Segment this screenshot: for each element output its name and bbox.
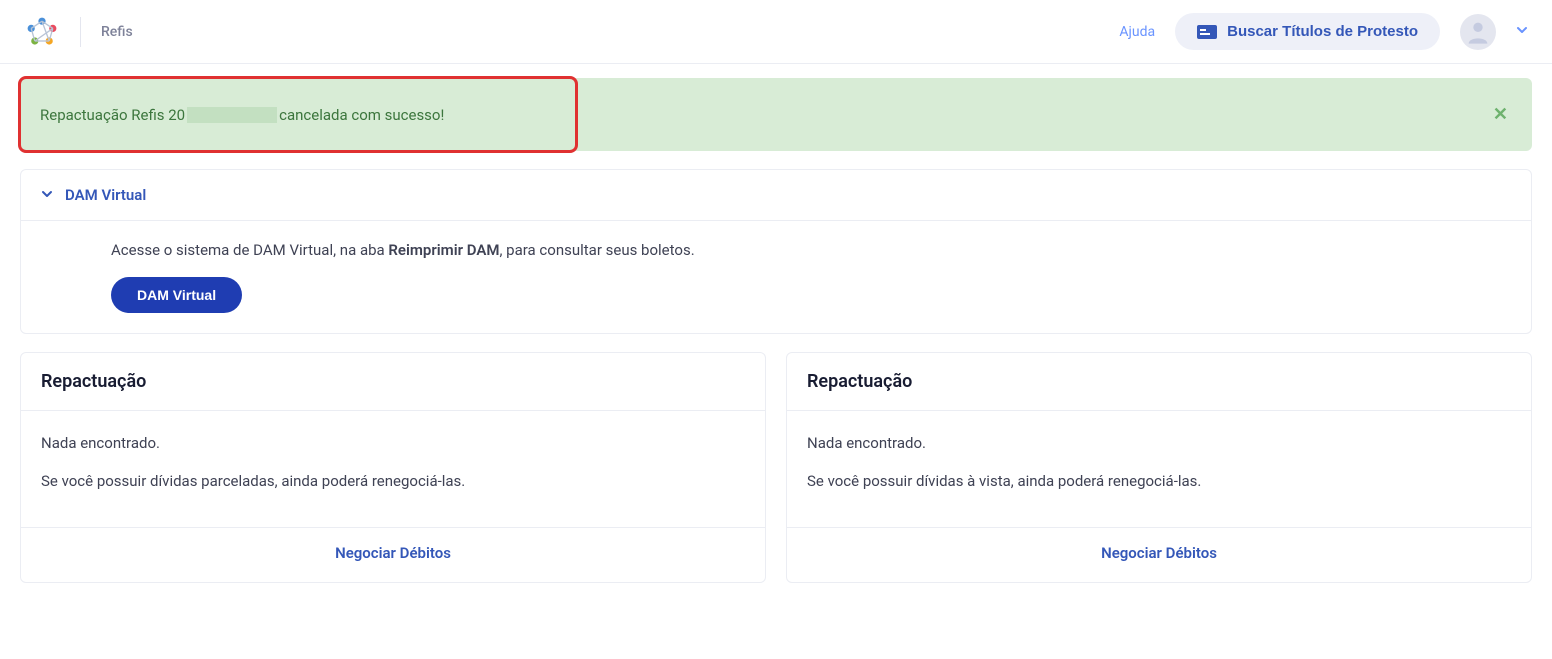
success-alert: Repactuação Refis 20 cancelada com suces… — [20, 78, 1532, 151]
header-right: Ajuda Buscar Títulos de Protesto — [1119, 13, 1528, 50]
main-content: Repactuação Refis 20 cancelada com suces… — [0, 78, 1552, 583]
card-header: Repactuação — [21, 353, 765, 411]
avatar[interactable] — [1460, 14, 1496, 50]
header-divider — [80, 17, 81, 47]
dam-virtual-text: Acesse o sistema de DAM Virtual, na aba … — [111, 241, 1511, 259]
card-body: Nada encontrado. Se você possuir dívidas… — [787, 411, 1531, 527]
card-line2: Se você possuir dívidas à vista, ainda p… — [807, 469, 1511, 493]
card-title: Repactuação — [41, 371, 745, 392]
card-title: Repactuação — [807, 371, 1511, 392]
header: Refis Ajuda Buscar Títulos de Protesto — [0, 0, 1552, 64]
card-footer: Negociar Débitos — [21, 527, 765, 582]
alert-suffix: cancelada com sucesso! — [279, 106, 444, 124]
dam-virtual-panel: DAM Virtual Acesse o sistema de DAM Virt… — [20, 169, 1532, 334]
dam-text-bold: Reimprimir DAM — [388, 241, 499, 259]
card-footer: Negociar Débitos — [787, 527, 1531, 582]
redacted-segment — [187, 107, 277, 123]
page-title: Refis — [101, 24, 133, 40]
cards-row: Repactuação Nada encontrado. Se você pos… — [20, 352, 1532, 583]
negociar-debitos-link[interactable]: Negociar Débitos — [1101, 544, 1217, 562]
card-icon — [1197, 25, 1217, 39]
logo-icon — [24, 14, 60, 50]
close-icon: ✕ — [1493, 104, 1508, 124]
buscar-titulos-button[interactable]: Buscar Títulos de Protesto — [1175, 13, 1440, 50]
repactuacao-card-avista: Repactuação Nada encontrado. Se você pos… — [786, 352, 1532, 583]
dam-virtual-body: Acesse o sistema de DAM Virtual, na aba … — [21, 220, 1531, 333]
dam-virtual-title: DAM Virtual — [65, 186, 146, 204]
dam-text-before: Acesse o sistema de DAM Virtual, na aba — [111, 241, 388, 259]
search-button-label: Buscar Títulos de Protesto — [1227, 23, 1418, 40]
negociar-debitos-link[interactable]: Negociar Débitos — [335, 544, 451, 562]
dam-virtual-header[interactable]: DAM Virtual — [21, 170, 1531, 220]
card-line2: Se você possuir dívidas parceladas, aind… — [41, 469, 745, 493]
card-text: Nada encontrado. Se você possuir dívidas… — [41, 431, 745, 493]
logo[interactable] — [24, 14, 60, 50]
card-body: Nada encontrado. Se você possuir dívidas… — [21, 411, 765, 527]
card-text: Nada encontrado. Se você possuir dívidas… — [807, 431, 1511, 493]
card-header: Repactuação — [787, 353, 1531, 411]
dam-virtual-button[interactable]: DAM Virtual — [111, 277, 242, 313]
card-line1: Nada encontrado. — [41, 431, 745, 455]
header-left: Refis — [24, 14, 133, 50]
chevron-down-icon[interactable] — [1516, 24, 1528, 39]
dam-text-after: , para consultar seus boletos. — [499, 241, 694, 259]
chevron-down-icon — [41, 188, 53, 203]
user-icon — [1464, 18, 1492, 46]
alert-close-button[interactable]: ✕ — [1489, 100, 1512, 129]
ajuda-link[interactable]: Ajuda — [1119, 24, 1155, 40]
alert-prefix: Repactuação Refis 20 — [40, 106, 185, 124]
alert-text: Repactuação Refis 20 cancelada com suces… — [40, 106, 444, 124]
card-line1: Nada encontrado. — [807, 431, 1511, 455]
repactuacao-card-parceladas: Repactuação Nada encontrado. Se você pos… — [20, 352, 766, 583]
